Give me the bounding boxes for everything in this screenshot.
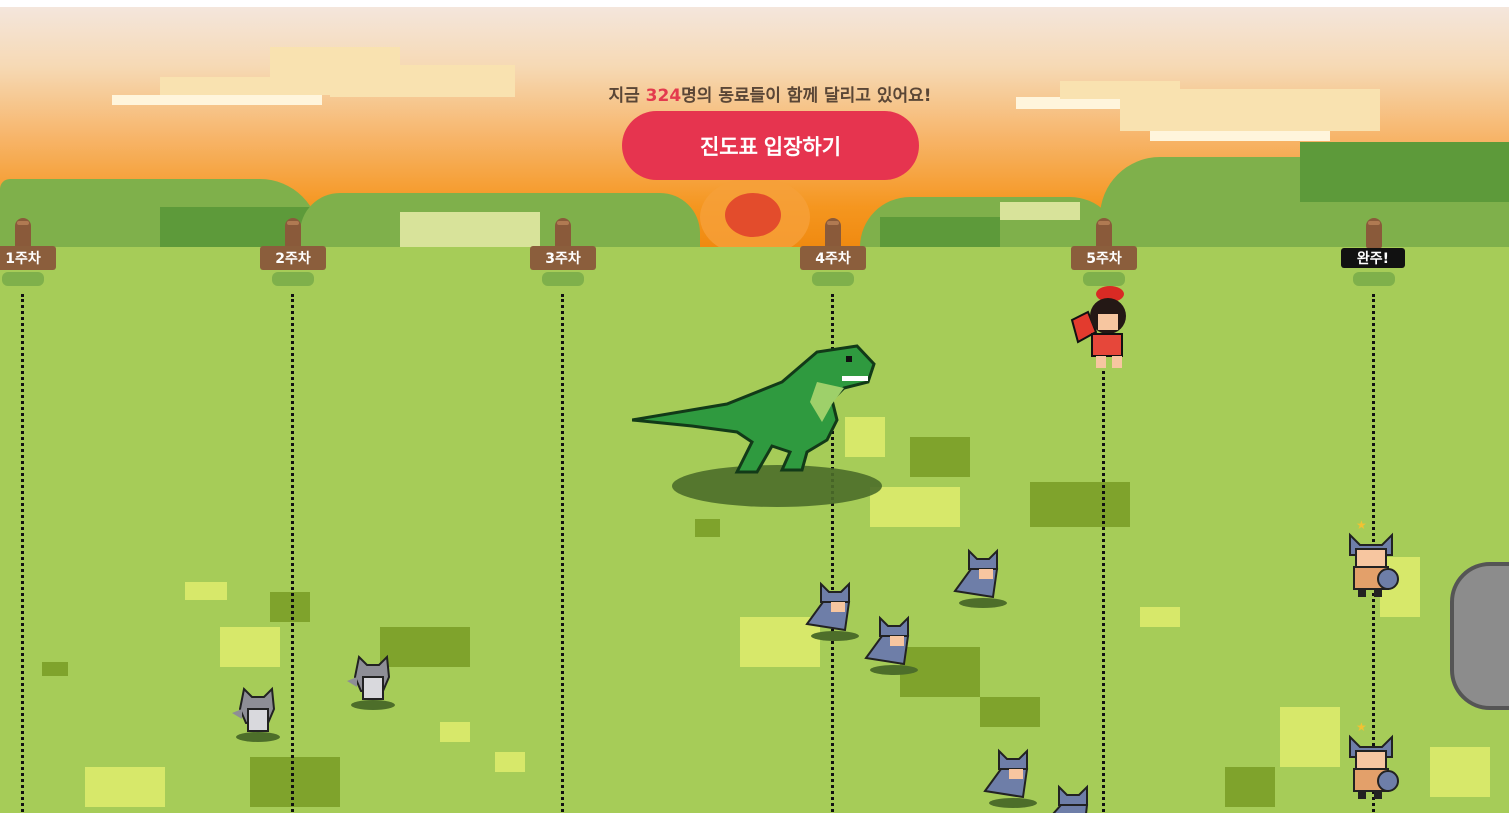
grass-tuft <box>1225 767 1275 807</box>
participants-suffix: 명의 동료들이 함께 달리고 있어요! <box>681 86 932 106</box>
grass-tuft <box>272 272 314 286</box>
warrior-sprite[interactable] <box>805 580 861 642</box>
signpost-icon <box>1096 218 1112 248</box>
warrior-sprite[interactable] <box>1043 783 1099 813</box>
warrior-sprite[interactable] <box>864 614 920 676</box>
signpost-icon <box>15 218 31 248</box>
hill <box>1300 142 1509 202</box>
dinosaur-sprite[interactable] <box>632 342 877 477</box>
participants-prefix: 지금 <box>608 86 646 106</box>
milestone-label: 5주차 <box>1071 246 1137 270</box>
cloud <box>1150 131 1330 141</box>
warrior-sprite[interactable] <box>983 747 1039 809</box>
grass-tuft <box>1140 607 1180 627</box>
grass-tuft <box>980 697 1040 727</box>
grass-tuft <box>695 519 720 537</box>
milestone-label: 2주차 <box>260 246 326 270</box>
grass-tuft <box>440 722 470 742</box>
grass-tuft <box>542 272 584 286</box>
hill <box>880 217 1000 251</box>
grass-tuft <box>2 272 44 286</box>
warrior-sprite[interactable] <box>953 547 1009 609</box>
grass-tuft <box>495 752 525 772</box>
milestone-week-3: 3주차 <box>528 218 598 813</box>
milestone-label: 1주차 <box>0 246 56 270</box>
grass-tuft <box>1430 747 1490 797</box>
stone-boulder <box>1450 562 1509 710</box>
finisher-warrior-sprite[interactable]: ★ <box>1342 515 1402 599</box>
signpost-icon <box>555 218 571 248</box>
milestone-label: 3주차 <box>530 246 596 270</box>
enter-progress-button[interactable]: 진도표 입장하기 <box>622 111 919 180</box>
signpost-icon <box>285 218 301 248</box>
caveman-sprite[interactable] <box>1068 282 1132 372</box>
progress-line <box>561 294 564 813</box>
milestone-week-4: 4주차 <box>798 218 868 813</box>
wolf-cub-sprite[interactable] <box>230 683 282 743</box>
signpost-icon <box>1366 218 1382 248</box>
grass-tuft <box>1280 707 1340 767</box>
participants-message: 지금 324명의 동료들이 함께 달리고 있어요! <box>0 81 1509 106</box>
grass-tuft <box>185 582 227 600</box>
progress-line <box>291 294 294 813</box>
milestone-week-1: 1주차 <box>0 218 58 813</box>
grass-tuft <box>812 272 854 286</box>
game-scene: 지금 324명의 동료들이 함께 달리고 있어요! 진도표 입장하기 1주차 2… <box>0 7 1509 813</box>
signpost-icon <box>825 218 841 248</box>
finisher-warrior-sprite[interactable]: ★ <box>1342 717 1402 801</box>
grass-tuft <box>910 437 970 477</box>
participants-count: 324 <box>645 86 682 106</box>
svg-text:★: ★ <box>1356 518 1367 532</box>
milestone-label: 4주차 <box>800 246 866 270</box>
milestone-label: 완주! <box>1341 248 1405 268</box>
svg-text:★: ★ <box>1356 720 1367 734</box>
wolf-cub-sprite[interactable] <box>345 651 397 711</box>
grass-tuft <box>1353 272 1395 286</box>
progress-line <box>21 294 24 813</box>
grass-tuft <box>870 487 960 527</box>
sun-icon <box>725 193 781 237</box>
grass-tuft <box>85 767 165 807</box>
hill <box>1000 202 1080 220</box>
